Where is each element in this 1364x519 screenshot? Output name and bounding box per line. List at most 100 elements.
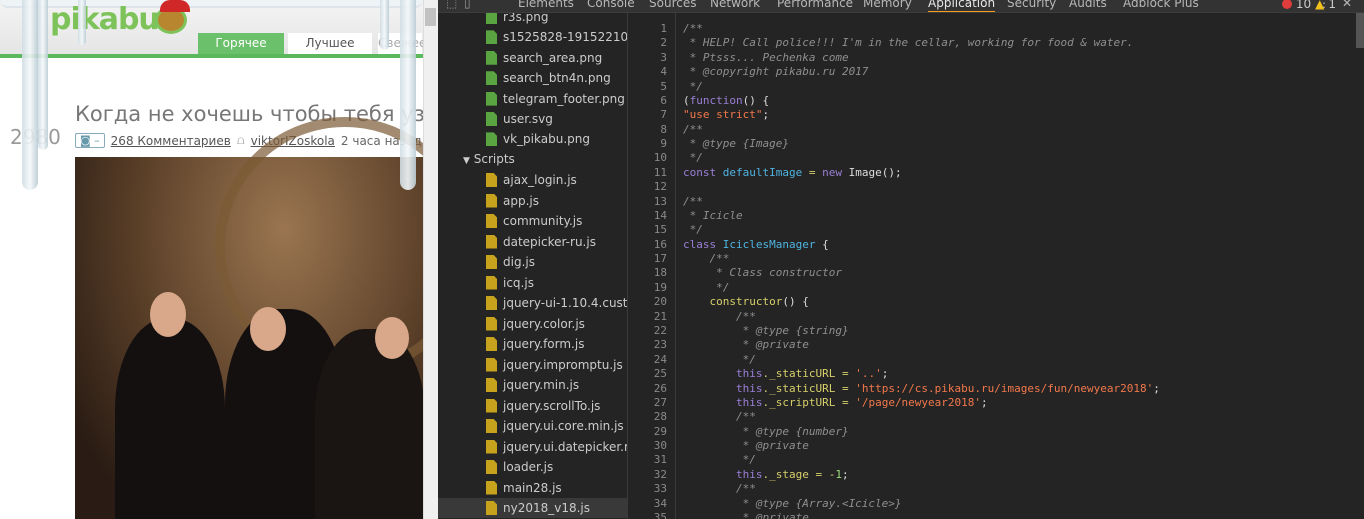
code-token: */ — [683, 352, 756, 366]
image-file-icon — [486, 50, 497, 65]
tree-file[interactable]: vk_pikabu.png — [486, 129, 627, 149]
code-line: * @type {number} — [683, 425, 849, 439]
person-face — [375, 317, 409, 359]
tree-file[interactable]: datepicker-ru.js — [486, 232, 627, 252]
code-token: * @private — [683, 338, 809, 352]
tree-file[interactable]: ny2018_v18.js — [438, 498, 627, 518]
line-number: 31 — [653, 453, 667, 467]
editor-scrollbar[interactable] — [1356, 13, 1364, 48]
code-editor[interactable]: 1 2 3 4 5 6 7 8 9 10 11 12 13 14 15 16 17 18 19 20 21 22 23 24 2… — [628, 13, 1364, 519]
tab-application[interactable]: Application — [928, 0, 996, 12]
file-name: main28.js — [503, 480, 562, 495]
code-line: */ — [683, 353, 756, 367]
line-number: 22 — [653, 323, 667, 337]
tree-file[interactable]: dig.js — [486, 252, 627, 272]
page-scrollbar-thumb[interactable] — [425, 8, 436, 26]
file-name: jquery.ui.core.min.js — [503, 419, 624, 433]
file-name: ajax_login.js — [503, 173, 577, 187]
code-token: ._stage = - — [762, 467, 836, 481]
post-image — [75, 117, 423, 519]
site-logo[interactable]: pikabu — [50, 2, 160, 37]
tab-hot[interactable]: Горячее — [198, 33, 284, 54]
script-file-icon — [486, 193, 497, 208]
error-count: 10 — [1295, 0, 1312, 11]
tree-file[interactable]: jquery.min.js — [486, 375, 627, 395]
person-figure — [115, 319, 225, 519]
tree-folder-scripts[interactable]: ▼ Scripts — [463, 152, 515, 166]
code-line: */ — [683, 151, 703, 165]
tree-file[interactable]: community.js — [486, 211, 627, 231]
tab-audits[interactable]: Audits — [1069, 0, 1107, 10]
tree-file[interactable]: jquery-ui-1.10.4.custom — [486, 293, 627, 313]
tab-elements[interactable]: Elements — [518, 0, 574, 10]
tree-file[interactable]: loader.js — [486, 457, 627, 477]
code-token: * @copyright pikabu.ru 2017 — [683, 65, 869, 79]
tab-security[interactable]: Security — [1007, 0, 1056, 10]
code-token: */ — [683, 223, 703, 237]
code-token: ; — [981, 395, 988, 409]
code-token: /** — [683, 309, 756, 323]
tree-file[interactable]: search_area.png — [486, 48, 627, 68]
close-devtools-icon[interactable]: ✕ — [1342, 0, 1352, 10]
code-token: '/page/newyear2018' — [855, 395, 982, 409]
line-number: 14 — [653, 208, 667, 222]
file-name: community.js — [503, 214, 583, 228]
line-number: 28 — [653, 410, 667, 424]
santa-hat-icon — [160, 0, 190, 12]
code-token: ; — [841, 467, 849, 481]
tree-file[interactable]: app.js — [486, 191, 627, 211]
code-line: this._scriptURL = '/page/newyear2018'; — [683, 396, 988, 410]
code-token: /** — [683, 122, 703, 136]
line-number: 17 — [653, 252, 667, 266]
tree-file[interactable]: jquery.ui.core.min.js — [486, 416, 627, 436]
icicle-decoration — [38, 0, 48, 150]
code-token: const — [683, 165, 723, 179]
code-line: /** — [683, 310, 756, 324]
tree-file[interactable]: user.svg — [486, 109, 627, 129]
tree-file[interactable]: jquery.scrollTo.js — [486, 396, 627, 416]
tree-file[interactable]: jquery.ui.datepicker.min — [486, 437, 627, 457]
tab-memory[interactable]: Memory — [863, 0, 912, 10]
tree-file[interactable]: jquery.color.js — [486, 314, 627, 334]
code-line: "use strict"; — [683, 108, 769, 122]
tab-adblock-plus[interactable]: Adblock Plus — [1123, 0, 1199, 10]
tree-file[interactable]: main28.js — [486, 478, 627, 498]
code-line: */ — [683, 453, 756, 467]
tree-file[interactable]: r3s.png — [486, 13, 627, 27]
code-token: /** — [683, 22, 703, 35]
tree-file[interactable]: search_btn4n.png — [486, 68, 627, 88]
tree-file[interactable]: telegram_footer.png — [486, 89, 627, 109]
device-toggle-icon[interactable]: ▯ — [464, 0, 471, 10]
tab-network[interactable]: Network — [710, 0, 760, 10]
code-token: this — [735, 367, 763, 381]
icicle-decoration — [380, 0, 389, 50]
page-scrollbar[interactable] — [423, 0, 438, 519]
tree-file[interactable]: icq.js — [486, 273, 627, 293]
person-figure — [315, 329, 423, 519]
code-token: = — [802, 165, 823, 179]
code-token: ._staticURL = — [762, 381, 856, 395]
line-number: 29 — [653, 424, 667, 438]
tree-file[interactable]: ajax_login.js — [486, 170, 627, 190]
tree-file[interactable]: jquery.impromptu.js — [486, 355, 627, 375]
line-number: 10 — [653, 151, 667, 165]
comments-link[interactable]: 268 Комментариев — [111, 134, 231, 148]
script-file-icon — [486, 357, 497, 372]
tab-best[interactable]: Лучшее — [288, 33, 372, 54]
script-file-icon — [486, 378, 497, 392]
tab-console[interactable]: Console — [587, 0, 635, 10]
script-file-icon — [486, 255, 497, 269]
line-number: 21 — [653, 309, 667, 323]
script-file-icon — [486, 419, 497, 433]
code-token: class — [683, 237, 723, 251]
tree-file[interactable]: jquery.form.js — [486, 334, 627, 354]
line-number: 25 — [653, 367, 667, 381]
tree-file[interactable]: s1525828-1915221042 — [486, 27, 627, 47]
tab-performance[interactable]: Performance — [777, 0, 853, 10]
more-menu-icon[interactable]: ⋮ — [1318, 0, 1330, 10]
line-number: 2 — [660, 36, 667, 50]
image-file-icon — [486, 13, 497, 24]
tab-sources[interactable]: Sources — [649, 0, 696, 10]
line-number: 5 — [660, 79, 667, 93]
inspect-icon[interactable]: ⬚ — [446, 0, 457, 10]
